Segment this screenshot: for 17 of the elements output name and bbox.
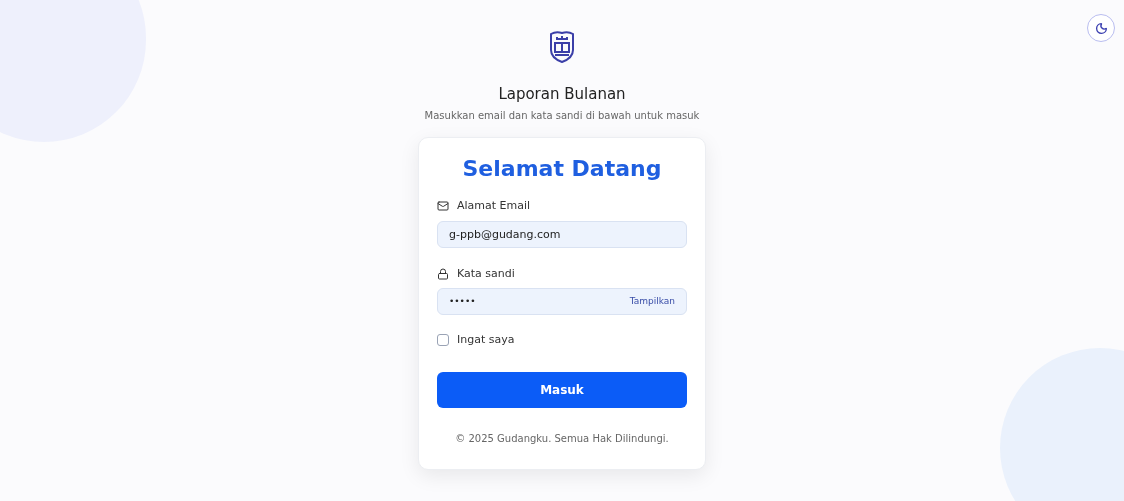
app-subtitle: Masukkan email dan kata sandi di bawah untuk masuk xyxy=(424,109,700,123)
email-field[interactable]: g-ppb@gudang.com xyxy=(437,220,687,248)
password-label: Kata sandi xyxy=(457,265,515,282)
show-password-link[interactable]: Tampilkan xyxy=(629,294,675,309)
app-title: Laporan Bulanan xyxy=(498,84,626,104)
remember-checkbox[interactable] xyxy=(437,334,449,347)
copyright-text: © 2025 Gudangku. Semua Hak Dilindungi. xyxy=(455,431,669,446)
shield-logo-icon xyxy=(548,30,576,64)
login-button[interactable]: Masuk xyxy=(437,371,687,408)
password-field[interactable]: ••••• Tampilkan xyxy=(437,288,687,315)
moon-icon xyxy=(1094,21,1108,35)
dark-mode-toggle[interactable] xyxy=(1087,14,1115,42)
mail-icon xyxy=(437,200,449,213)
card-heading: Selamat Datang xyxy=(462,155,662,183)
lock-icon xyxy=(437,267,449,280)
email-label: Alamat Email xyxy=(457,198,531,214)
remember-label: Ingat saya xyxy=(457,332,515,348)
